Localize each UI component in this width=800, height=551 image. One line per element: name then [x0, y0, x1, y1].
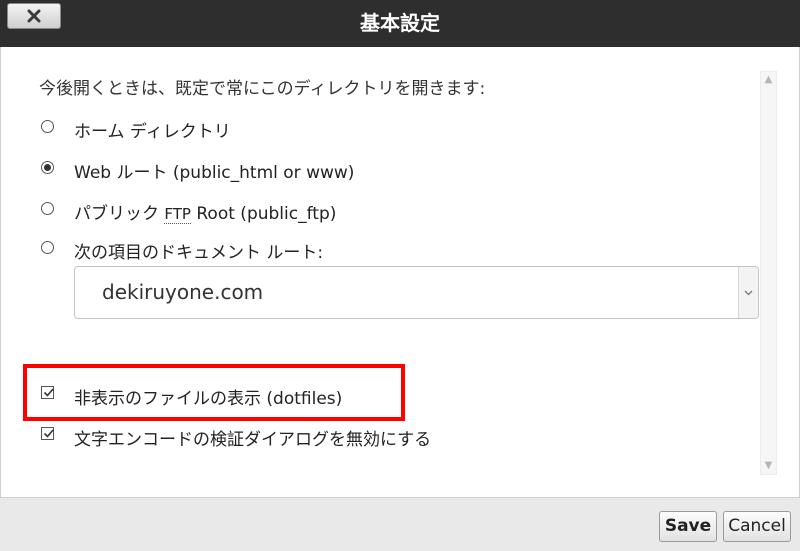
radio-home-directory[interactable]: ホーム ディレクトリ	[41, 117, 231, 142]
select-value: dekiruyone.com	[102, 280, 264, 304]
checkbox-show-dotfiles[interactable]: 非表示のファイルの表示 (dotfiles)	[41, 384, 342, 409]
radio-public-ftp[interactable]: パブリック FTP Root (public_ftp)	[41, 199, 336, 224]
radio-label-suffix: Root (public_ftp)	[190, 204, 337, 224]
close-x-icon	[27, 9, 41, 23]
dialog-footer: Save Cancel	[0, 497, 800, 551]
radio-label: 次の項目のドキュメント ルート:	[74, 243, 324, 263]
chevron-down-icon	[744, 290, 753, 295]
select-arrow[interactable]	[738, 267, 758, 318]
checkmark-icon	[43, 388, 54, 397]
preferences-dialog: 基本設定 今後開くときは、既定で常にこのディレクトリを開きます: ホーム ディレ…	[0, 0, 800, 551]
radio-label: Web ルート (public_html or www)	[74, 163, 355, 183]
scroll-up-arrow-icon[interactable]: ▲	[761, 73, 776, 87]
radio-button[interactable]	[41, 202, 54, 215]
radio-label-prefix: パブリック	[74, 204, 165, 224]
scrollbar[interactable]: ▲ ▼	[760, 71, 777, 475]
scroll-down-arrow-icon[interactable]: ▼	[761, 459, 776, 473]
dialog-titlebar: 基本設定	[0, 0, 800, 47]
radio-label: ホーム ディレクトリ	[74, 122, 231, 142]
save-button[interactable]: Save	[659, 511, 717, 542]
cancel-button[interactable]: Cancel	[723, 511, 791, 542]
radio-label: パブリック FTP Root (public_ftp)	[74, 199, 336, 224]
checkbox-label: 非表示のファイルの表示 (dotfiles)	[74, 389, 343, 409]
document-root-select[interactable]: dekiruyone.com	[74, 266, 759, 319]
radio-button-selected[interactable]	[41, 161, 54, 174]
radio-web-root[interactable]: Web ルート (public_html or www)	[41, 158, 354, 183]
dialog-content: 今後開くときは、既定で常にこのディレクトリを開きます: ホーム ディレクトリ W…	[0, 47, 800, 497]
checkmark-icon	[43, 429, 54, 438]
close-button[interactable]	[7, 3, 61, 29]
radio-button[interactable]	[41, 120, 54, 133]
checkbox-disable-encoding-dialog[interactable]: 文字エンコードの検証ダイアログを無効にする	[41, 425, 431, 450]
checkbox-checked[interactable]	[41, 386, 54, 399]
intro-text: 今後開くときは、既定で常にこのディレクトリを開きます:	[39, 79, 486, 99]
checkbox-checked[interactable]	[41, 427, 54, 440]
checkbox-label: 文字エンコードの検証ダイアログを無効にする	[74, 430, 432, 450]
radio-button[interactable]	[41, 241, 54, 254]
ftp-abbreviation: FTP	[164, 205, 191, 224]
dialog-title: 基本設定	[360, 11, 440, 35]
radio-document-root[interactable]: 次の項目のドキュメント ルート:	[41, 238, 323, 263]
